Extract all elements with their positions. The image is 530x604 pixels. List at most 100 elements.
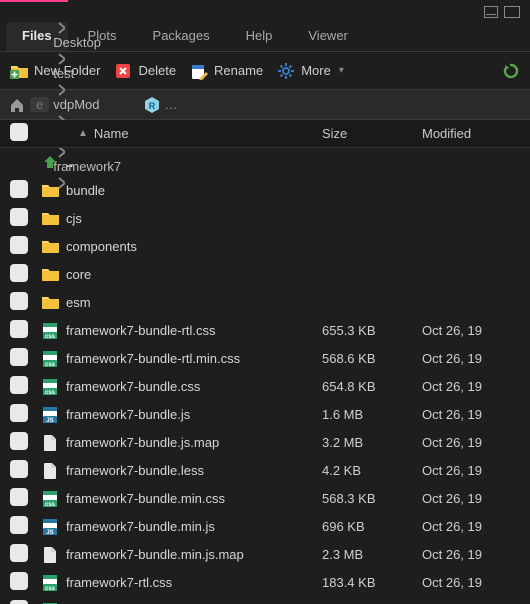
column-name-label: Name (94, 126, 129, 141)
file-modified: Oct 26, 19 (422, 379, 520, 394)
css-icon (38, 321, 62, 339)
file-row[interactable]: framework7-bundle-rtl.css655.3 KBOct 26,… (0, 316, 530, 344)
file-icon (38, 433, 62, 451)
column-modified[interactable]: Modified (422, 126, 520, 141)
row-checkbox[interactable] (10, 376, 28, 394)
row-checkbox[interactable] (10, 208, 28, 226)
file-row[interactable]: bundle (0, 176, 530, 204)
file-name: framework7-bundle.js (62, 407, 322, 422)
chevron-right-icon (53, 81, 138, 97)
row-checkbox[interactable] (10, 572, 28, 590)
file-size: 2.3 MB (322, 547, 422, 562)
file-name: framework7-bundle.min.css (62, 491, 322, 506)
file-size: 568.6 KB (322, 351, 422, 366)
css-icon (38, 377, 62, 395)
file-icon (38, 545, 62, 563)
file-row[interactable]: framework7-bundle.min.css568.3 KBOct 26,… (0, 484, 530, 512)
file-row[interactable]: framework7-bundle-rtl.min.css568.6 KBOct… (0, 344, 530, 372)
home-icon[interactable] (8, 96, 26, 114)
breadcrumb-overflow[interactable]: … (165, 97, 178, 112)
file-name: framework7-bundle.less (62, 463, 322, 478)
maximize-icon[interactable] (504, 6, 520, 18)
file-size: 655.3 KB (322, 323, 422, 338)
file-size: 696 KB (322, 519, 422, 534)
sort-asc-icon: ▲ (78, 128, 88, 139)
file-name: framework7-bundle.min.js (62, 519, 322, 534)
tab-viewer[interactable]: Viewer (292, 22, 364, 51)
breadcrumb-desktop[interactable]: Desktop (53, 35, 101, 50)
file-row[interactable]: framework7-bundle.min.js696 KBOct 26, 19 (0, 512, 530, 540)
file-icon (38, 461, 62, 479)
breadcrumb-test[interactable]: test (53, 66, 74, 81)
breadcrumb-vdpmod[interactable]: vdpMod (53, 97, 99, 112)
column-size[interactable]: Size (322, 126, 422, 141)
up-directory-row[interactable]: .. (0, 148, 530, 176)
row-checkbox[interactable] (10, 516, 28, 534)
file-row[interactable]: framework7-bundle.js.map3.2 MBOct 26, 19 (0, 428, 530, 456)
file-row[interactable]: framework7-rtl.css183.4 KBOct 26, 19 (0, 568, 530, 596)
file-row[interactable]: components (0, 232, 530, 260)
r-project-icon[interactable] (143, 96, 161, 114)
file-row[interactable]: cjs (0, 204, 530, 232)
window-buttons (0, 4, 530, 20)
select-all-checkbox[interactable] (10, 123, 28, 141)
file-list: ..bundlecjscomponentscoreesmframework7-b… (0, 148, 530, 604)
file-row[interactable]: framework7-bundle.less4.2 KBOct 26, 19 (0, 456, 530, 484)
rename-button[interactable]: Rename (190, 62, 263, 80)
file-size: 568.3 KB (322, 491, 422, 506)
folder-icon (38, 237, 62, 255)
up-label: .. (62, 155, 322, 170)
file-name: framework7-rtl.css (62, 575, 322, 590)
row-checkbox[interactable] (10, 264, 28, 282)
file-row[interactable]: esm (0, 288, 530, 316)
tab-packages[interactable]: Packages (137, 22, 226, 51)
row-checkbox[interactable] (10, 544, 28, 562)
row-checkbox[interactable] (10, 488, 28, 506)
row-checkbox[interactable] (10, 600, 28, 604)
refresh-icon (502, 62, 520, 80)
file-name: components (62, 239, 322, 254)
file-size: 3.2 MB (322, 435, 422, 450)
more-label: More (301, 63, 331, 78)
row-checkbox[interactable] (10, 432, 28, 450)
row-checkbox[interactable] (10, 180, 28, 198)
row-checkbox[interactable] (10, 460, 28, 478)
file-name: framework7-bundle.js.map (62, 435, 322, 450)
column-name[interactable]: ▲ Name (66, 126, 322, 141)
row-checkbox[interactable] (10, 348, 28, 366)
file-size: 654.8 KB (322, 379, 422, 394)
file-modified: Oct 26, 19 (422, 323, 520, 338)
file-name: framework7-bundle.min.js.map (62, 547, 322, 562)
js-icon (38, 405, 62, 423)
delete-label: Delete (138, 63, 176, 78)
breadcrumb-drive[interactable]: e (30, 97, 49, 112)
more-button[interactable]: More ▾ (277, 62, 344, 80)
row-checkbox[interactable] (10, 320, 28, 338)
row-checkbox[interactable] (10, 236, 28, 254)
file-modified: Oct 26, 19 (422, 435, 520, 450)
chevron-right-icon (53, 19, 138, 35)
column-header: ▲ Name Size Modified (0, 120, 530, 148)
gear-icon (277, 62, 295, 80)
tab-help[interactable]: Help (230, 22, 289, 51)
file-modified: Oct 26, 19 (422, 351, 520, 366)
folder-icon (38, 181, 62, 199)
file-modified: Oct 26, 19 (422, 547, 520, 562)
file-row[interactable]: framework7-rtl.min.css160.7 KBOct 26, 19 (0, 596, 530, 604)
file-row[interactable]: framework7-bundle.js1.6 MBOct 26, 19 (0, 400, 530, 428)
file-row[interactable]: framework7-bundle.css654.8 KBOct 26, 19 (0, 372, 530, 400)
row-checkbox[interactable] (10, 404, 28, 422)
file-name: bundle (62, 183, 322, 198)
file-size: 1.6 MB (322, 407, 422, 422)
minimize-icon[interactable] (484, 6, 498, 18)
folder-icon (38, 209, 62, 227)
row-checkbox[interactable] (10, 292, 28, 310)
css-icon (38, 349, 62, 367)
file-modified: Oct 26, 19 (422, 463, 520, 478)
file-row[interactable]: framework7-bundle.min.js.map2.3 MBOct 26… (0, 540, 530, 568)
refresh-button[interactable] (502, 62, 520, 80)
file-name: cjs (62, 211, 322, 226)
breadcrumb: e DesktoptestvdpModnode_modulesframework… (0, 90, 530, 120)
up-arrow-icon (38, 153, 62, 171)
file-row[interactable]: core (0, 260, 530, 288)
